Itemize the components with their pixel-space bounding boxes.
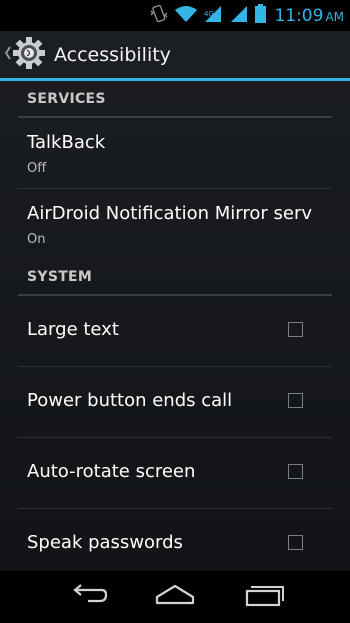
list-item-power-button-ends-call[interactable]: Power button ends call xyxy=(18,367,332,438)
back-button[interactable] xyxy=(43,571,133,623)
list-item-speak-passwords[interactable]: Speak passwords xyxy=(18,509,332,579)
action-bar: Accessibility xyxy=(0,31,350,79)
section-header-label: SERVICES xyxy=(27,91,106,107)
recent-apps-icon xyxy=(243,583,285,611)
section-header-label: SYSTEM xyxy=(27,269,93,285)
clock-time: 11:09 xyxy=(274,5,324,26)
status-icons: 4G 11:09 AM xyxy=(143,0,350,31)
up-caret-icon xyxy=(4,45,12,66)
page-title: Accessibility xyxy=(54,44,171,66)
wifi-icon xyxy=(175,5,198,27)
list-item-summary: Off xyxy=(27,161,47,176)
list-item-talkback[interactable]: TalkBack Off xyxy=(18,118,332,189)
list-item-large-text[interactable]: Large text xyxy=(18,296,332,367)
auto-rotate-screen-checkbox[interactable] xyxy=(288,464,303,479)
list-item-title: Power button ends call xyxy=(27,390,233,411)
list-item-airdroid-notification-mirror[interactable]: AirDroid Notification Mirror servi On xyxy=(18,189,332,259)
vibrate-icon xyxy=(149,4,169,28)
large-text-checkbox[interactable] xyxy=(288,322,303,337)
up-navigation-button[interactable] xyxy=(0,31,46,79)
speak-passwords-checkbox[interactable] xyxy=(288,535,303,550)
home-icon xyxy=(154,584,196,610)
signal-icon: 4G xyxy=(203,5,223,27)
status-bar: 4G 11:09 AM xyxy=(0,0,350,31)
clock-ampm: AM xyxy=(325,9,344,24)
clock: 11:09 AM xyxy=(274,6,344,26)
recent-apps-button[interactable] xyxy=(219,571,309,623)
section-header-system: SYSTEM xyxy=(18,259,332,296)
svg-text:4G: 4G xyxy=(204,10,214,18)
list-item-title: TalkBack xyxy=(27,132,106,153)
back-icon xyxy=(68,584,108,610)
list-item-title: Auto-rotate screen xyxy=(27,461,196,482)
list-item-title: Large text xyxy=(27,319,119,340)
power-button-ends-call-checkbox[interactable] xyxy=(288,393,303,408)
signal-icon-2 xyxy=(229,5,249,27)
screen: 4G 11:09 AM Accessibility SERVICES TalkB… xyxy=(0,0,350,623)
settings-list: SERVICES TalkBack Off AirDroid Notificat… xyxy=(0,81,350,579)
list-item-summary: On xyxy=(27,232,46,247)
battery-icon xyxy=(255,4,267,27)
list-item-auto-rotate-screen[interactable]: Auto-rotate screen xyxy=(18,438,332,509)
settings-gear-icon xyxy=(12,36,46,74)
navigation-bar xyxy=(0,571,350,623)
section-header-services: SERVICES xyxy=(18,81,332,118)
home-button[interactable] xyxy=(130,571,220,623)
list-item-title: AirDroid Notification Mirror servi xyxy=(27,203,312,224)
list-item-title: Speak passwords xyxy=(27,532,183,553)
